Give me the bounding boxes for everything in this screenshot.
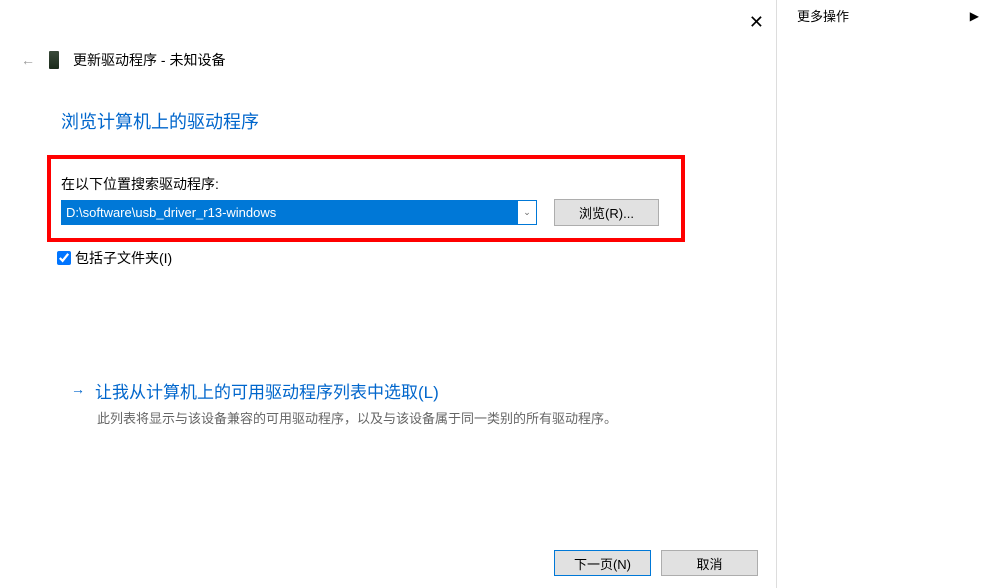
include-subfolders-label: 包括子文件夹(I) [75, 248, 172, 268]
cancel-button[interactable]: 取消 [661, 550, 758, 576]
dialog-title: 更新驱动程序 - 未知设备 [73, 50, 225, 70]
browse-button[interactable]: 浏览(R)... [554, 199, 659, 226]
pick-from-list-label: 让我从计算机上的可用驱动程序列表中选取(L) [95, 378, 439, 403]
driver-path-value[interactable]: D:\software\usb_driver_r13-windows [62, 201, 518, 224]
next-button[interactable]: 下一页(N) [554, 550, 651, 576]
dialog-header: ← 更新驱动程序 - 未知设备 [21, 50, 225, 70]
arrow-right-icon: → [71, 378, 85, 403]
pick-from-list-option[interactable]: → 让我从计算机上的可用驱动程序列表中选取(L) 此列表将显示与该设备兼容的可用… [71, 378, 681, 429]
main-heading: 浏览计算机上的驱动程序 [61, 108, 259, 134]
device-icon [49, 51, 59, 69]
more-operations-label: 更多操作 [797, 6, 849, 25]
chevron-down-icon[interactable]: ⌄ [518, 207, 536, 218]
driver-path-combobox[interactable]: D:\software\usb_driver_r13-windows ⌄ [61, 200, 537, 225]
include-subfolders-checkbox[interactable] [57, 251, 71, 265]
more-operations-arrow-icon: ▶ [970, 9, 979, 23]
search-location-label: 在以下位置搜索驱动程序: [61, 174, 219, 194]
update-driver-dialog: ✕ ← 更新驱动程序 - 未知设备 浏览计算机上的驱动程序 在以下位置搜索驱动程… [1, 0, 777, 588]
include-subfolders-option: 包括子文件夹(I) [57, 248, 172, 268]
pick-from-list-description: 此列表将显示与该设备兼容的可用驱动程序，以及与该设备属于同一类别的所有驱动程序。 [97, 409, 681, 429]
back-arrow-icon[interactable]: ← [21, 52, 35, 68]
more-operations-menu[interactable]: 更多操作 ▶ [793, 4, 983, 27]
pick-from-list-title[interactable]: → 让我从计算机上的可用驱动程序列表中选取(L) [71, 378, 681, 403]
close-icon[interactable]: ✕ [745, 8, 768, 37]
dialog-footer: 下一页(N) 取消 [554, 550, 758, 576]
